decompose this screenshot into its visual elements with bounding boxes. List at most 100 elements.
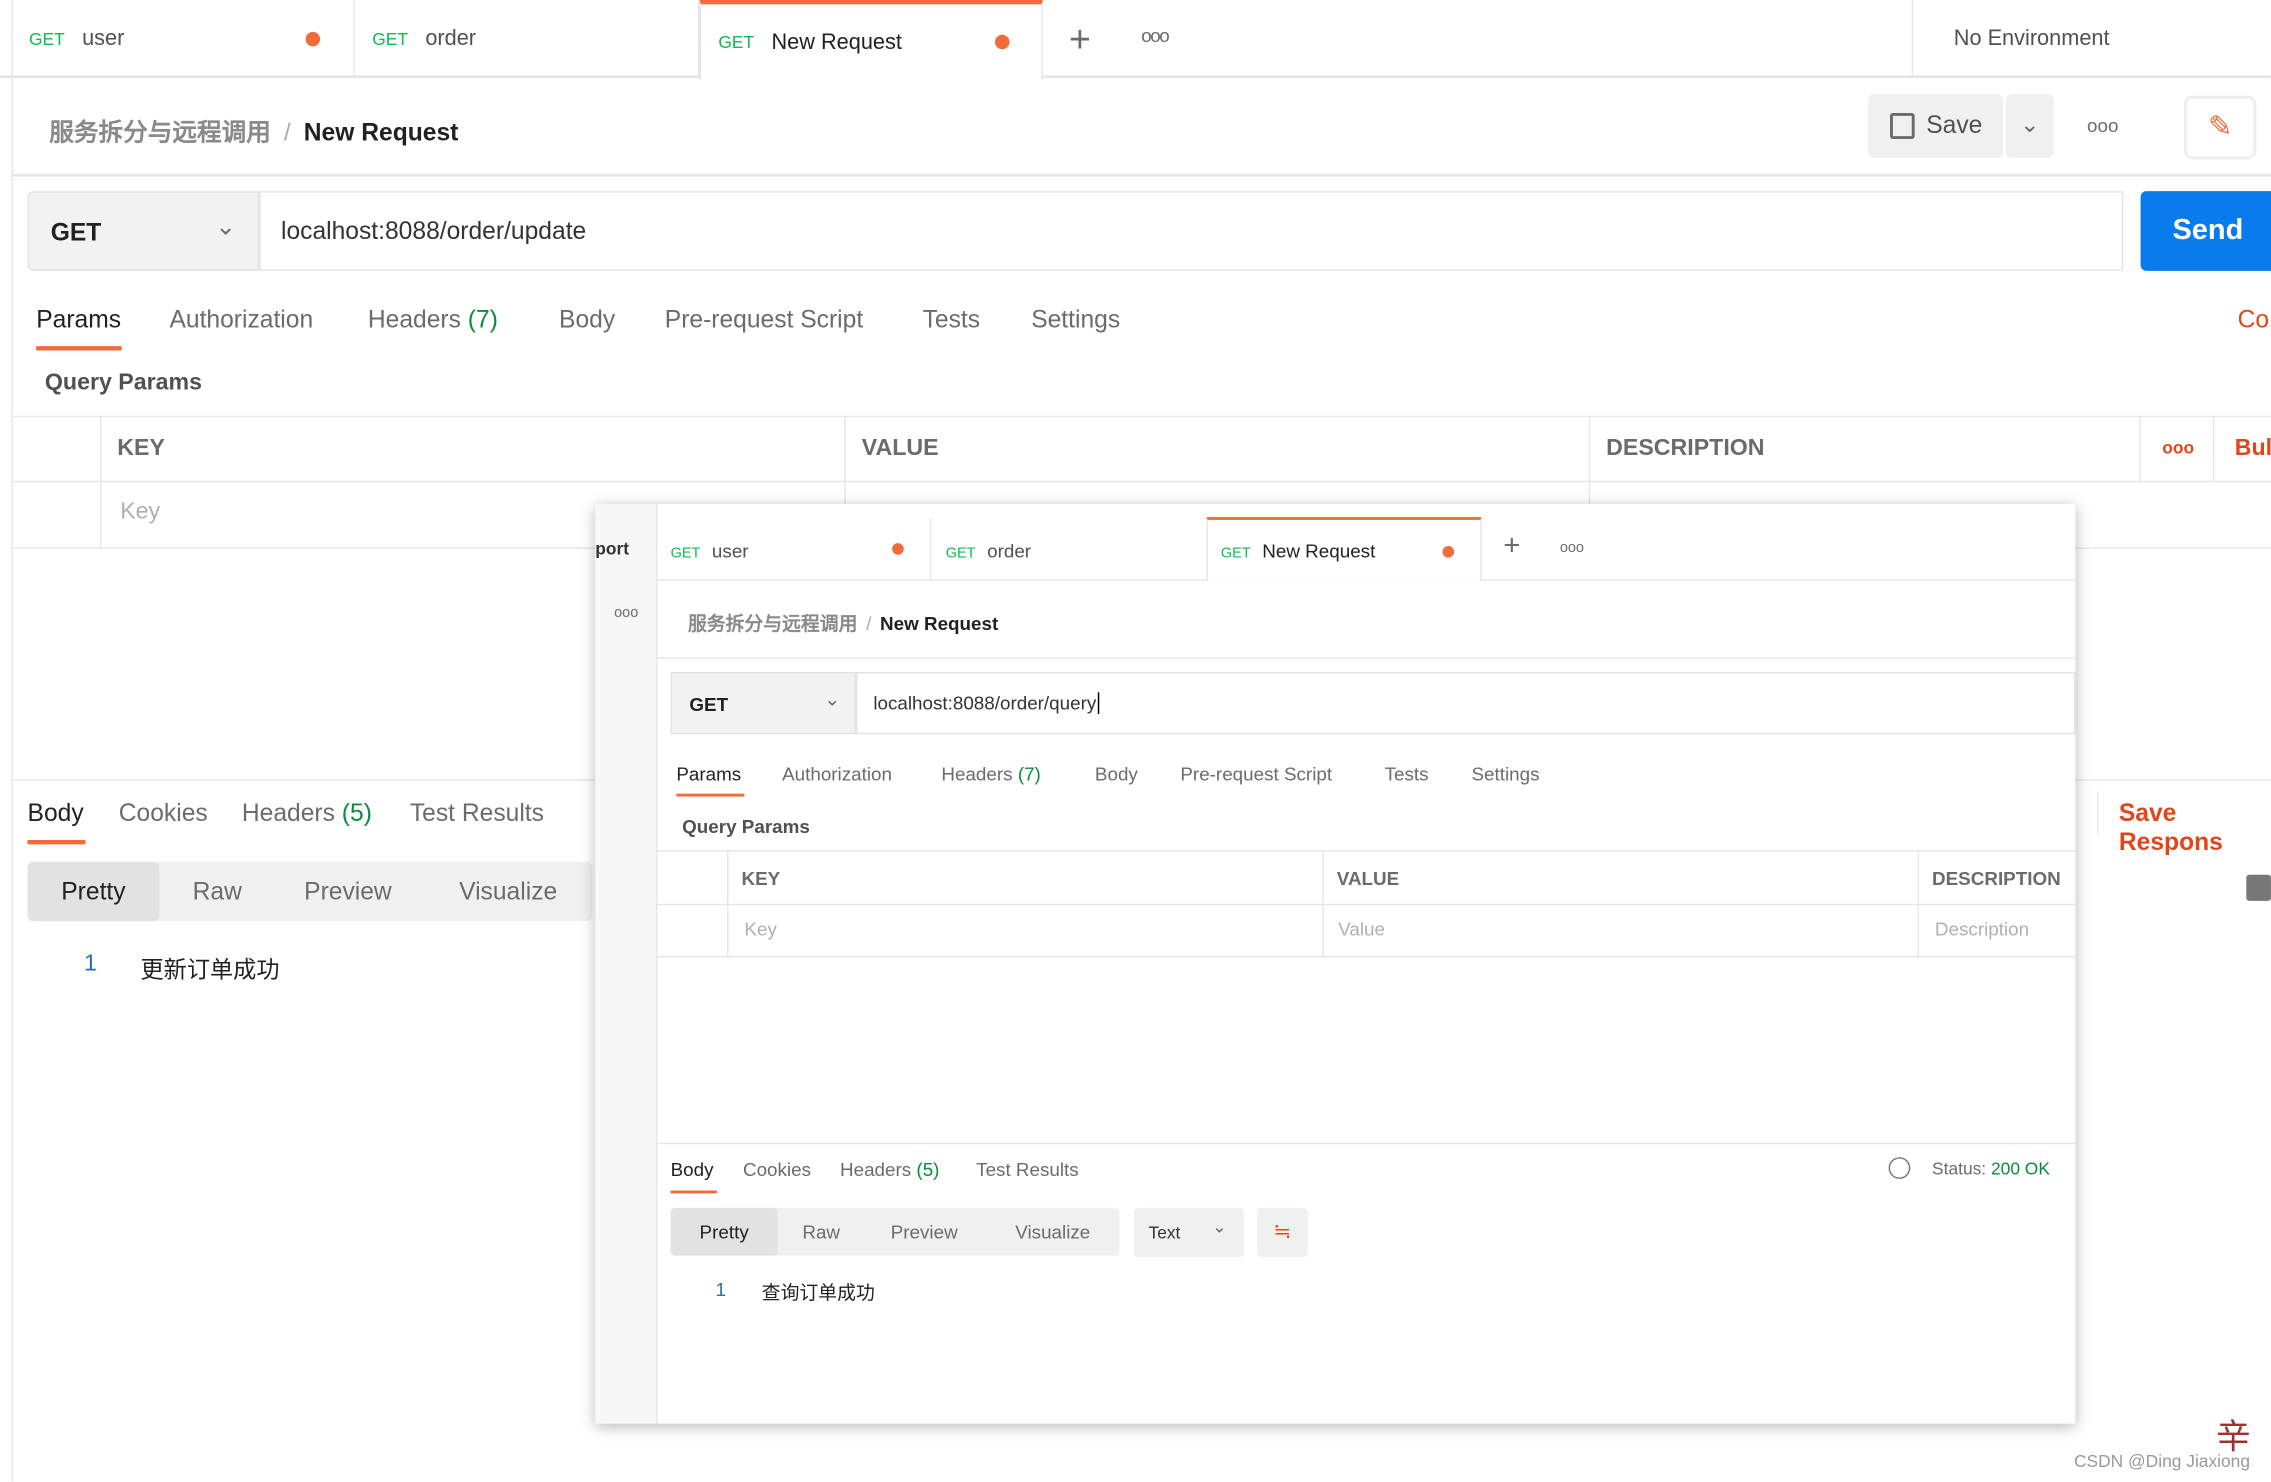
text-label: New Request [880,612,999,635]
overlay-query-params-title: Query Params [682,815,810,838]
left-border [11,0,14,1482]
view-visualize[interactable]: Visualize [1015,1221,1090,1243]
more-tabs-icon[interactable]: ooo [1560,540,1584,556]
save-icon [1890,112,1915,140]
send-button[interactable]: Send [2140,191,2271,271]
response-tab-test-results[interactable]: Test Results [410,799,544,828]
text-label: Raw [802,1220,841,1243]
environment-select[interactable]: No Environment [1911,0,2271,77]
method-select[interactable]: GET ⌄ [27,191,260,271]
tab-pre-request-script[interactable]: Pre-request Script [665,306,863,335]
text-label: Pretty [699,1220,749,1243]
response-body-text: 更新订单成功 [140,955,280,984]
save-response-button[interactable]: Save Respons [2119,799,2271,857]
active-tab-indicator [670,1190,717,1194]
text-label: Visualize [1015,1220,1091,1243]
view-pretty[interactable]: Pretty [27,861,160,922]
tab-tests[interactable]: Tests [923,306,980,335]
more-tabs-icon[interactable]: ooo [1141,25,1170,47]
unsaved-dot-icon [305,31,321,47]
line-number: 1 [84,951,97,977]
text-label: / [866,612,872,635]
view-visualize[interactable]: Visualize [459,878,557,907]
text-label: Body [1094,763,1138,785]
save-button[interactable]: Save [1868,94,2003,158]
view-pretty[interactable]: Pretty [670,1207,778,1256]
response-status: Status: 200 OK [1932,1159,2050,1179]
divider [929,518,932,580]
edit-pencil-icon[interactable]: ✎ [2184,95,2257,160]
method-value: GET [50,218,102,247]
response-tab-cookies[interactable]: Cookies [119,799,208,828]
overlay-response-tab-headers[interactable]: Headers (5) [840,1159,939,1181]
text-label: Settings [1471,763,1540,785]
tab-authorization[interactable]: Authorization [169,306,313,335]
environment-label: No Environment [1953,26,2110,51]
overlay-response-tab-cookies[interactable]: Cookies [743,1159,811,1181]
view-raw[interactable]: Raw [193,878,242,907]
text-label: Test Results [409,799,544,827]
tab-label: user [82,26,125,51]
text-label: New Request [1262,540,1376,562]
response-tab-body[interactable]: Body [28,799,84,828]
response-tab-headers[interactable]: Headers (5) [242,799,372,828]
sidebar-more-icon[interactable]: ooo [614,605,638,621]
breadcrumb-collection[interactable]: 服务拆分与远程调用 [49,119,271,147]
new-tab-plus-icon[interactable]: + [1069,17,1091,62]
postman-window: GET user GET order GET New Request + ooo No… [0,0,2271,1482]
overlay-tab-authorization[interactable]: Authorization [782,763,892,785]
globe-icon[interactable] [1888,1157,1911,1179]
overlay-tab-tests[interactable]: Tests [1385,763,1429,785]
wrap-lines-icon[interactable]: ≒ [1257,1207,1308,1258]
text-label: GET [689,693,729,716]
text-label: Body [27,799,84,827]
copy-icon[interactable] [2246,874,2271,901]
text-label: Authorization [782,763,892,785]
column-divider [2139,415,2141,481]
description-input[interactable]: Description [1935,918,2029,940]
key-input[interactable]: Key [120,500,160,526]
overlay-url-input[interactable]: localhost:8088/order/query [855,672,2076,735]
overlay-response-tab-body[interactable]: Body [671,1159,714,1181]
format-select[interactable]: Text ⌄ [1134,1207,1245,1258]
overlay-tab-body[interactable]: Body [1095,763,1138,785]
tab-headers[interactable]: Headers (7) [368,306,498,335]
tab-order[interactable]: GET order [355,0,700,77]
overlay-response-tab-test-results[interactable]: Test Results [976,1159,1079,1181]
bulk-edit-link[interactable]: Bul [2235,436,2271,462]
view-preview[interactable]: Preview [304,878,392,907]
overlay-tab-user[interactable]: GET user [671,540,749,562]
overlay-tab-params[interactable]: Params [676,763,741,785]
divider [657,657,2076,659]
text-label: Co [2237,305,2270,334]
view-raw[interactable]: Raw [802,1221,840,1243]
overlay-tab-pre-request-script[interactable]: Pre-request Script [1180,763,1332,785]
tab-settings[interactable]: Settings [1031,306,1120,335]
save-dropdown-chevron-icon[interactable]: ⌄ [2005,94,2054,158]
send-label: Send [2172,214,2244,247]
tab-new-request[interactable]: GET New Request [699,0,1043,80]
overlay-tab-headers[interactable]: Headers (7) [941,763,1040,785]
active-tab-indicator [676,793,745,797]
column-options-icon[interactable]: ooo [2162,437,2194,457]
overlay-breadcrumb: 服务拆分与远程调用 / New Request [688,608,998,636]
overlay-method-select[interactable]: GET ⌄ [670,672,856,735]
value-input[interactable]: Value [1338,918,1385,940]
more-actions-icon[interactable]: ooo [2087,114,2118,136]
view-preview[interactable]: Preview [891,1221,958,1243]
column-header-key: KEY [117,435,165,461]
tab-user[interactable]: GET user [12,0,355,77]
new-tab-plus-icon[interactable]: + [1503,530,1520,563]
tab-params[interactable]: Params [36,306,121,335]
text-label: Preview [890,1220,958,1243]
text-label: Tests [922,305,981,334]
tab-body[interactable]: Body [559,306,615,335]
column-divider [1322,850,1324,956]
url-input[interactable]: localhost:8088/order/update [259,191,2124,271]
overlay-tab-order[interactable]: GET order [946,540,1031,562]
key-input[interactable]: Key [744,918,776,940]
overlay-tab-settings[interactable]: Settings [1471,763,1539,785]
overlay-tab-new-request[interactable]: GET New Request [1206,517,1482,581]
text-label: localhost:8088/order/query [873,692,1097,715]
cookies-link[interactable]: Co [2238,306,2269,335]
